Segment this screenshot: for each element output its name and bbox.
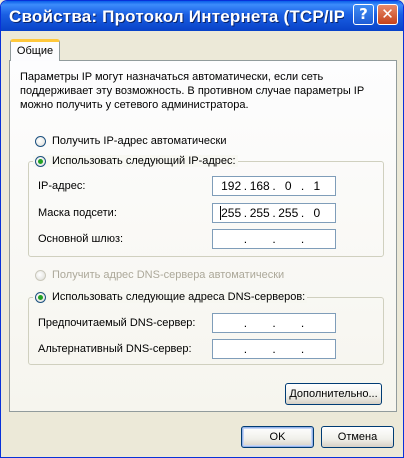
question-icon: ? — [359, 5, 368, 23]
ok-button[interactable]: OK — [241, 426, 314, 448]
pref-dns-dot-1: . — [243, 316, 248, 330]
mask-octet-1: 255 — [221, 206, 242, 220]
radio-ip-auto[interactable]: Получить IP-адрес автоматически — [35, 135, 226, 147]
ip-octet-3: 0 — [284, 179, 292, 193]
advanced-button[interactable]: Дополнительно... — [285, 383, 382, 405]
mask-octet-4: 0 — [313, 206, 321, 220]
radio-dns-auto-indicator[interactable] — [35, 269, 46, 281]
gateway-dot-2: . — [272, 232, 276, 246]
close-button[interactable]: ✕ — [377, 4, 398, 25]
alternate-dns-label: Альтернативный DNS-сервер: — [38, 343, 192, 355]
radio-dns-auto-label: Получить адрес DNS-сервера автоматически — [52, 269, 285, 281]
ip-octet-1: 192 — [221, 179, 242, 193]
cancel-button[interactable]: Отмена — [321, 426, 394, 448]
alternate-dns-input[interactable]: . . . — [212, 339, 336, 359]
preferred-dns-input[interactable]: . . . — [212, 313, 336, 333]
help-button[interactable]: ? — [353, 4, 374, 25]
radio-ip-auto-indicator[interactable] — [35, 135, 46, 147]
text-cursor — [220, 206, 221, 220]
ip-address-label: IP-адрес: — [38, 180, 86, 192]
radio-ip-manual-indicator[interactable] — [35, 155, 46, 167]
alt-dns-dot-1: . — [243, 342, 248, 356]
radio-dns-auto[interactable]: Получить адрес DNS-сервера автоматически — [35, 269, 284, 281]
gateway-dot-1: . — [243, 232, 248, 246]
radio-ip-manual[interactable]: Использовать следующий IP-адрес: — [33, 155, 238, 167]
radio-dns-manual[interactable]: Использовать следующие адреса DNS-сервер… — [33, 291, 308, 303]
preferred-dns-label: Предпочитаемый DNS-сервер: — [38, 317, 196, 329]
mask-octet-2: 255 — [249, 206, 270, 220]
radio-dns-manual-label: Использовать следующие адреса DNS-сервер… — [52, 291, 306, 303]
properties-dialog: Свойства: Протокол Интернета (TCP/IP) ? … — [0, 0, 404, 458]
radio-ip-auto-label: Получить IP-адрес автоматически — [52, 135, 227, 147]
tab-general[interactable]: Общие — [10, 39, 60, 61]
gateway-dot-3: . — [300, 232, 305, 246]
gateway-label: Основной шлюз: — [38, 233, 124, 245]
subnet-mask-input[interactable]: 255 . 255 . 255 . 0 — [212, 203, 336, 223]
ip-octet-2: 168 — [249, 179, 270, 193]
subnet-mask-label: Маска подсети: — [38, 207, 117, 219]
alt-dns-dot-2: . — [272, 342, 276, 356]
pref-dns-dot-2: . — [272, 316, 276, 330]
title-bar[interactable]: Свойства: Протокол Интернета (TCP/IP) ? … — [1, 1, 403, 31]
window-title: Свойства: Протокол Интернета (TCP/IP) — [9, 7, 344, 26]
description-text: Параметры IP могут назначаться автоматич… — [20, 71, 364, 111]
gateway-input[interactable]: . . . — [212, 229, 336, 249]
radio-dns-manual-indicator[interactable] — [35, 291, 46, 303]
alt-dns-dot-3: . — [300, 342, 305, 356]
radio-ip-manual-label: Использовать следующий IP-адрес: — [52, 155, 236, 167]
ip-address-input[interactable]: 192 . 168 . 0 . 1 — [212, 176, 336, 196]
pref-dns-dot-3: . — [300, 316, 305, 330]
mask-octet-3: 255 — [278, 206, 299, 220]
close-icon: ✕ — [381, 5, 394, 23]
ip-octet-4: 1 — [313, 179, 321, 193]
